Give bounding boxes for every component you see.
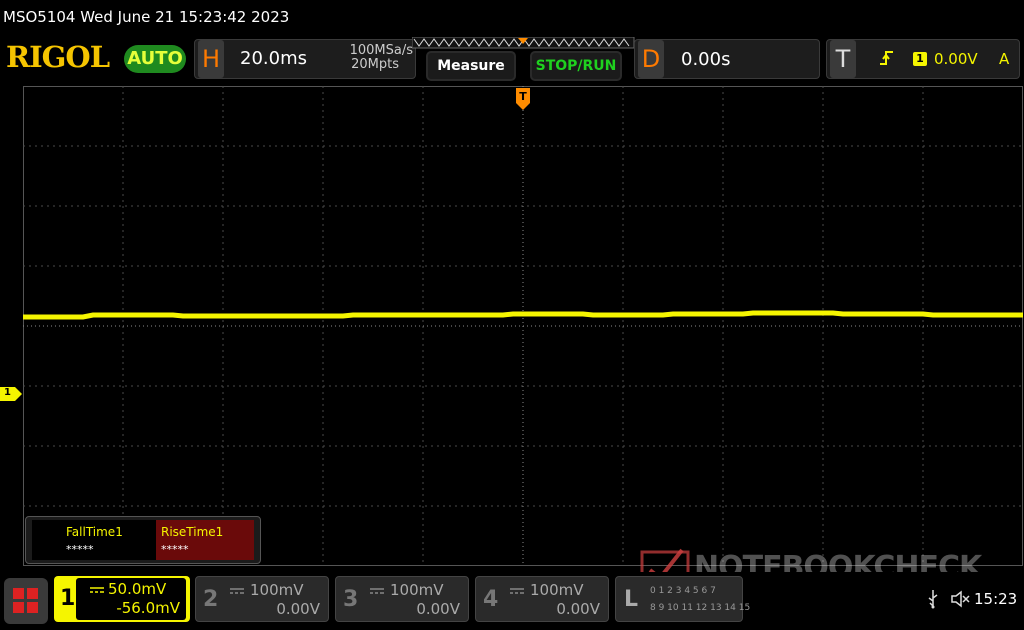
channel2-offset: 0.00V: [276, 600, 320, 618]
channel2-scale: 100mV: [250, 581, 304, 599]
channel1-marker-label: 1: [4, 387, 11, 398]
auto-button[interactable]: AUTO: [124, 45, 186, 73]
rigol-logo: RIGOL: [6, 40, 110, 74]
grid-menu-icon: [13, 588, 38, 613]
channel2-panel[interactable]: 2 100mV 0.00V: [195, 576, 329, 622]
measurement-panel[interactable]: FallTime1 ***** RiseTime1 *****: [25, 516, 261, 564]
channel1-scale: 50.0mV: [108, 580, 167, 598]
dc-coupling-icon: [230, 588, 244, 594]
waveform-grid[interactable]: [23, 86, 1023, 566]
trigger-source: 1: [913, 52, 927, 66]
channel1-waveform: [23, 310, 1023, 320]
logic-letter: L: [624, 587, 639, 612]
channel4-panel[interactable]: 4 100mV 0.00V: [475, 576, 609, 622]
system-clock: 15:23: [974, 590, 1018, 608]
horizontal-letter: H: [198, 40, 224, 78]
rising-edge-icon: [880, 51, 893, 65]
fall-time-label: FallTime1: [66, 525, 123, 539]
rise-time-cell[interactable]: RiseTime1 *****: [156, 520, 254, 560]
channel2-number: 2: [203, 587, 219, 612]
dc-coupling-icon: [370, 588, 384, 594]
fall-time-value: *****: [66, 543, 94, 556]
title-bar: MSO5104 Wed June 21 15:23:42 2023: [0, 0, 1024, 34]
trigger-letter: T: [830, 40, 856, 78]
channel4-offset: 0.00V: [556, 600, 600, 618]
memory-depth: 20Mpts: [351, 57, 399, 72]
delay-value: 0.00s: [681, 49, 731, 70]
measure-button[interactable]: Measure: [426, 51, 516, 81]
channel3-panel[interactable]: 3 100mV 0.00V: [335, 576, 469, 622]
logic-channels-high: 8 9 10 11 12 13 14 15: [650, 603, 751, 613]
logic-panel[interactable]: L 0 1 2 3 4 5 6 7 8 9 10 11 12 13 14 15: [615, 576, 750, 622]
sample-rate: 100MSa/s: [349, 43, 413, 58]
speaker-muted-icon[interactable]: [950, 590, 970, 608]
dc-coupling-icon: [510, 588, 524, 594]
trigger-level: 0.00V: [934, 50, 978, 68]
channel4-scale: 100mV: [530, 581, 584, 599]
trigger-marker[interactable]: T: [516, 88, 530, 110]
channel1-number: 1: [60, 586, 76, 611]
instrument-title: MSO5104 Wed June 21 15:23:42 2023: [3, 8, 290, 26]
rise-time-value: *****: [161, 543, 189, 556]
channel1-panel[interactable]: 1 50.0mV -56.0mV: [54, 576, 190, 622]
delay-panel[interactable]: D 0.00s: [634, 39, 820, 79]
timebase-value: 20.0ms: [240, 48, 307, 69]
channel3-number: 3: [343, 587, 359, 612]
dc-coupling-icon: [90, 587, 104, 593]
trigger-position-strip: [412, 37, 635, 49]
horizontal-panel[interactable]: H 20.0ms 100MSa/s 20Mpts: [194, 39, 416, 79]
stop-run-button[interactable]: STOP/RUN: [530, 51, 622, 81]
channel1-offset: -56.0mV: [116, 599, 180, 617]
channel3-offset: 0.00V: [416, 600, 460, 618]
logic-channels-low: 0 1 2 3 4 5 6 7: [650, 586, 716, 596]
channel4-number: 4: [483, 587, 499, 612]
usb-icon: [928, 590, 938, 609]
rise-time-label: RiseTime1: [161, 525, 224, 539]
trigger-marker-label: T: [519, 90, 527, 103]
fall-time-cell[interactable]: FallTime1 *****: [32, 520, 156, 560]
trigger-mode: A: [999, 50, 1010, 68]
trigger-panel[interactable]: T 1 0.00V A: [826, 39, 1020, 79]
delay-letter: D: [638, 40, 664, 78]
channel1-offset-marker[interactable]: 1: [0, 386, 22, 401]
channel3-scale: 100mV: [390, 581, 444, 599]
menu-button[interactable]: [4, 578, 48, 624]
